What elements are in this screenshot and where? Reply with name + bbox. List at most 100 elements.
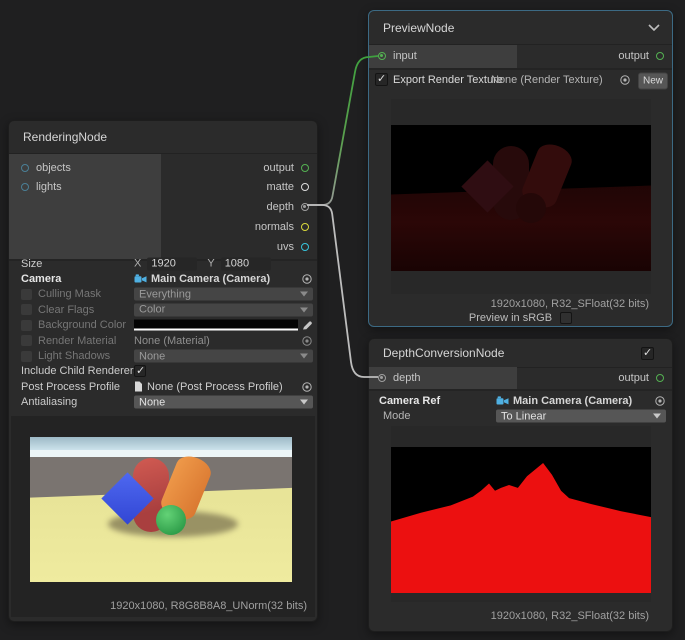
property-row-camera-ref: Camera Ref Main Camera (Camera) <box>369 393 672 408</box>
rendering-node-preview-image <box>30 437 292 582</box>
property-row-post-process-profile: Post Process Profile None (Post Process … <box>9 379 317 394</box>
clear-flags-override-checkbox[interactable] <box>21 304 32 315</box>
mode-dropdown[interactable]: To Linear <box>496 410 666 423</box>
port-circle-normals[interactable] <box>301 223 309 231</box>
file-icon <box>134 381 143 392</box>
property-row-background-color: Background Color <box>9 318 317 333</box>
object-picker-icon[interactable] <box>654 395 666 407</box>
port-circle-uvs[interactable] <box>301 243 309 251</box>
background-color-swatch[interactable] <box>134 320 298 331</box>
preview-node-preview-image <box>391 125 651 271</box>
culling-mask-dropdown[interactable]: Everything <box>134 288 313 301</box>
port-depth[interactable]: depth <box>266 199 309 215</box>
preview-in-srgb-checkbox[interactable] <box>560 312 572 324</box>
depth-conversion-node-title: DepthConversionNode <box>383 346 504 360</box>
port-circle-input[interactable] <box>378 52 386 60</box>
export-render-texture-label: Export Render Texture <box>393 74 503 86</box>
depth-conversion-node-preview <box>391 426 651 602</box>
property-row-culling-mask: Culling Mask Everything <box>9 287 317 302</box>
port-circle-output[interactable] <box>656 374 664 382</box>
depth-conversion-node-preview-caption: 1920x1080, R32_SFloat(32 bits) <box>491 610 649 622</box>
post-process-profile-object-field[interactable]: None (Post Process Profile) <box>147 381 283 393</box>
port-output[interactable]: output <box>263 160 309 176</box>
object-picker-icon[interactable] <box>301 381 313 393</box>
preview-node-title: PreviewNode <box>383 21 454 35</box>
render-material-object-field[interactable]: None (Material) <box>134 335 210 347</box>
background-color-label: Background Color <box>38 319 126 331</box>
export-render-texture-object-field[interactable]: None (Render Texture) <box>491 74 603 86</box>
port-circle-output[interactable] <box>656 52 664 60</box>
port-label-uvs: uvs <box>277 241 294 253</box>
rendering-node-header[interactable]: RenderingNode <box>9 121 317 154</box>
antialiasing-dropdown[interactable]: None <box>134 396 313 409</box>
size-y-field[interactable]: 1080 <box>221 257 271 270</box>
port-objects[interactable]: objects <box>21 160 71 176</box>
node-enabled-checkbox[interactable] <box>641 347 654 360</box>
depth-conversion-node-ports: depth output <box>369 367 672 391</box>
port-circle-depth[interactable] <box>301 203 309 211</box>
camera-ref-object-field[interactable]: Main Camera (Camera) <box>513 395 632 407</box>
include-child-renderers-checkbox[interactable] <box>134 365 146 377</box>
preview-node-header[interactable]: PreviewNode <box>369 11 672 45</box>
port-input[interactable]: input <box>378 48 417 64</box>
port-matte[interactable]: matte <box>266 179 309 195</box>
culling-mask-label: Culling Mask <box>38 288 101 300</box>
port-lights[interactable]: lights <box>21 179 62 195</box>
port-circle-output[interactable] <box>301 164 309 172</box>
new-render-texture-button[interactable]: New <box>638 73 668 90</box>
input-ports-panel: depth <box>369 367 517 389</box>
preview-in-srgb-row: Preview in sRGB <box>369 312 672 324</box>
port-circle-depth-input[interactable] <box>378 374 386 382</box>
preview-node[interactable]: PreviewNode input output Export Render T… <box>368 10 673 327</box>
size-x-field[interactable]: 1920 <box>147 257 197 270</box>
export-render-texture-checkbox[interactable] <box>375 73 388 86</box>
antialiasing-label: Antialiasing <box>21 396 77 408</box>
input-ports-panel: input <box>369 45 517 68</box>
port-output[interactable]: output <box>618 370 664 386</box>
rendering-node-preview-caption: 1920x1080, R8G8B8A8_UNorm(32 bits) <box>110 600 307 612</box>
port-output[interactable]: output <box>618 48 664 64</box>
object-picker-icon[interactable] <box>301 335 313 347</box>
camera-object-field[interactable]: Main Camera (Camera) <box>151 273 270 285</box>
depth-conversion-node-header[interactable]: DepthConversionNode <box>369 339 672 368</box>
port-circle-lights[interactable] <box>21 183 29 191</box>
port-label-depth: depth <box>266 201 294 213</box>
antialiasing-value: None <box>139 396 165 408</box>
property-row-include-child-renderers: Include Child Renderers <box>9 364 317 379</box>
port-uvs[interactable]: uvs <box>277 239 309 255</box>
clear-flags-value: Color <box>139 304 165 316</box>
camera-icon <box>134 274 147 284</box>
scene-green-sphere <box>156 505 186 535</box>
property-row-size: Size X 1920 Y 1080 <box>9 256 317 271</box>
object-picker-icon[interactable] <box>619 74 631 86</box>
property-row-render-material: Render Material None (Material) <box>9 333 317 348</box>
light-shadows-dropdown[interactable]: None <box>134 350 313 363</box>
property-row-mode: Mode To Linear <box>369 408 672 423</box>
light-shadows-override-checkbox[interactable] <box>21 351 32 362</box>
port-depth-input[interactable]: depth <box>378 370 421 386</box>
preview-node-preview-caption: 1920x1080, R32_SFloat(32 bits) <box>491 298 649 310</box>
rendering-node[interactable]: RenderingNode objects lights output matt… <box>8 120 318 622</box>
size-y-label: Y <box>207 258 214 270</box>
port-circle-objects[interactable] <box>21 164 29 172</box>
preview-in-srgb-label: Preview in sRGB <box>469 312 552 324</box>
mode-label: Mode <box>383 410 411 422</box>
camera-label: Camera <box>21 273 61 285</box>
port-circle-matte[interactable] <box>301 183 309 191</box>
clear-flags-label: Clear Flags <box>38 304 94 316</box>
background-color-override-checkbox[interactable] <box>21 320 32 331</box>
property-row-antialiasing: Antialiasing None <box>9 395 317 410</box>
clear-flags-dropdown[interactable]: Color <box>134 303 313 316</box>
culling-mask-override-checkbox[interactable] <box>21 289 32 300</box>
port-normals[interactable]: normals <box>255 219 309 235</box>
render-material-override-checkbox[interactable] <box>21 335 32 346</box>
collapse-chevron-icon[interactable] <box>648 24 660 31</box>
preview-node-ports: input output <box>369 45 672 70</box>
depth-conversion-node[interactable]: DepthConversionNode depth output Camera … <box>368 338 673 632</box>
camera-ref-label: Camera Ref <box>379 395 440 407</box>
object-picker-icon[interactable] <box>301 273 313 285</box>
eyedropper-icon[interactable] <box>302 320 313 331</box>
port-label-normals: normals <box>255 221 294 233</box>
node-graph-canvas[interactable]: RenderingNode objects lights output matt… <box>0 0 685 640</box>
port-label-depth-input: depth <box>393 372 421 384</box>
